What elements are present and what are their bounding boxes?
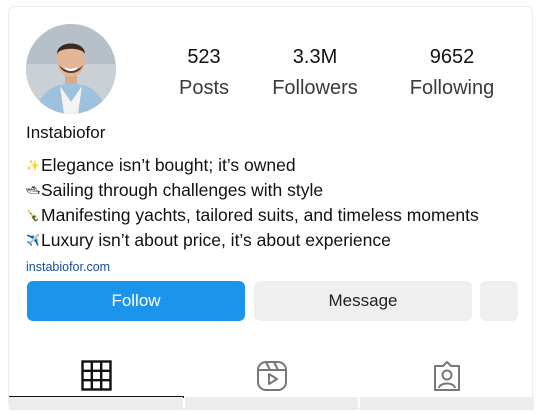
message-button[interactable]: Message: [254, 281, 472, 321]
followers-count: 3.3M: [292, 46, 338, 68]
bio-line: ✈️Luxury isn’t about price, it’s about e…: [26, 228, 526, 253]
more-options-button[interactable]: [480, 281, 518, 321]
profile-username: Instabiofor: [26, 123, 106, 142]
tab-reels[interactable]: [184, 352, 359, 399]
bio-line: ✨Elegance isn’t bought; it’s owned: [26, 153, 526, 178]
grid-icon: [81, 360, 112, 391]
bio-text: Elegance isn’t bought; it’s owned: [41, 155, 296, 175]
stat-posts[interactable]: 523 Posts: [159, 45, 249, 100]
bio-text: Manifesting yachts, tailored suits, and …: [41, 205, 479, 225]
grid-post-thumbnail[interactable]: [9, 397, 183, 410]
follow-button[interactable]: Follow: [27, 281, 245, 321]
boat-icon: 🛥: [26, 185, 40, 197]
profile-stats: 523 Posts 3.3M Followers 9652 Following: [159, 45, 519, 105]
bio-line: 🍾Manifesting yachts, tailored suits, and…: [26, 203, 526, 228]
following-count: 9652: [429, 46, 475, 68]
airplane-icon: ✈️: [26, 235, 40, 247]
avatar[interactable]: [26, 24, 116, 114]
sparkles-icon: ✨: [26, 160, 40, 172]
posts-label: Posts: [178, 77, 230, 99]
champagne-icon: 🍾: [26, 210, 40, 222]
grid-post-thumbnail[interactable]: [360, 397, 534, 410]
tagged-icon: [433, 360, 460, 391]
reels-icon: [256, 360, 287, 391]
profile-link[interactable]: instabiofor.com: [26, 260, 110, 274]
profile-header: 523 Posts 3.3M Followers 9652 Following …: [8, 6, 534, 410]
bio-line: 🛥Sailing through challenges with style: [26, 178, 526, 203]
avatar-photo: [26, 24, 116, 114]
grid-post-thumbnail[interactable]: [185, 397, 358, 410]
tab-grid[interactable]: [9, 352, 184, 399]
bio-text: Luxury isn’t about price, it’s about exp…: [41, 230, 391, 250]
profile-bio: ✨Elegance isn’t bought; it’s owned 🛥Sail…: [26, 153, 526, 253]
following-label: Following: [409, 77, 495, 99]
stat-following[interactable]: 9652 Following: [397, 45, 507, 100]
posts-count: 523: [187, 46, 221, 68]
stat-followers[interactable]: 3.3M Followers: [265, 45, 365, 100]
followers-label: Followers: [272, 77, 358, 99]
tab-tagged[interactable]: [359, 352, 534, 399]
bio-text: Sailing through challenges with style: [41, 180, 324, 200]
